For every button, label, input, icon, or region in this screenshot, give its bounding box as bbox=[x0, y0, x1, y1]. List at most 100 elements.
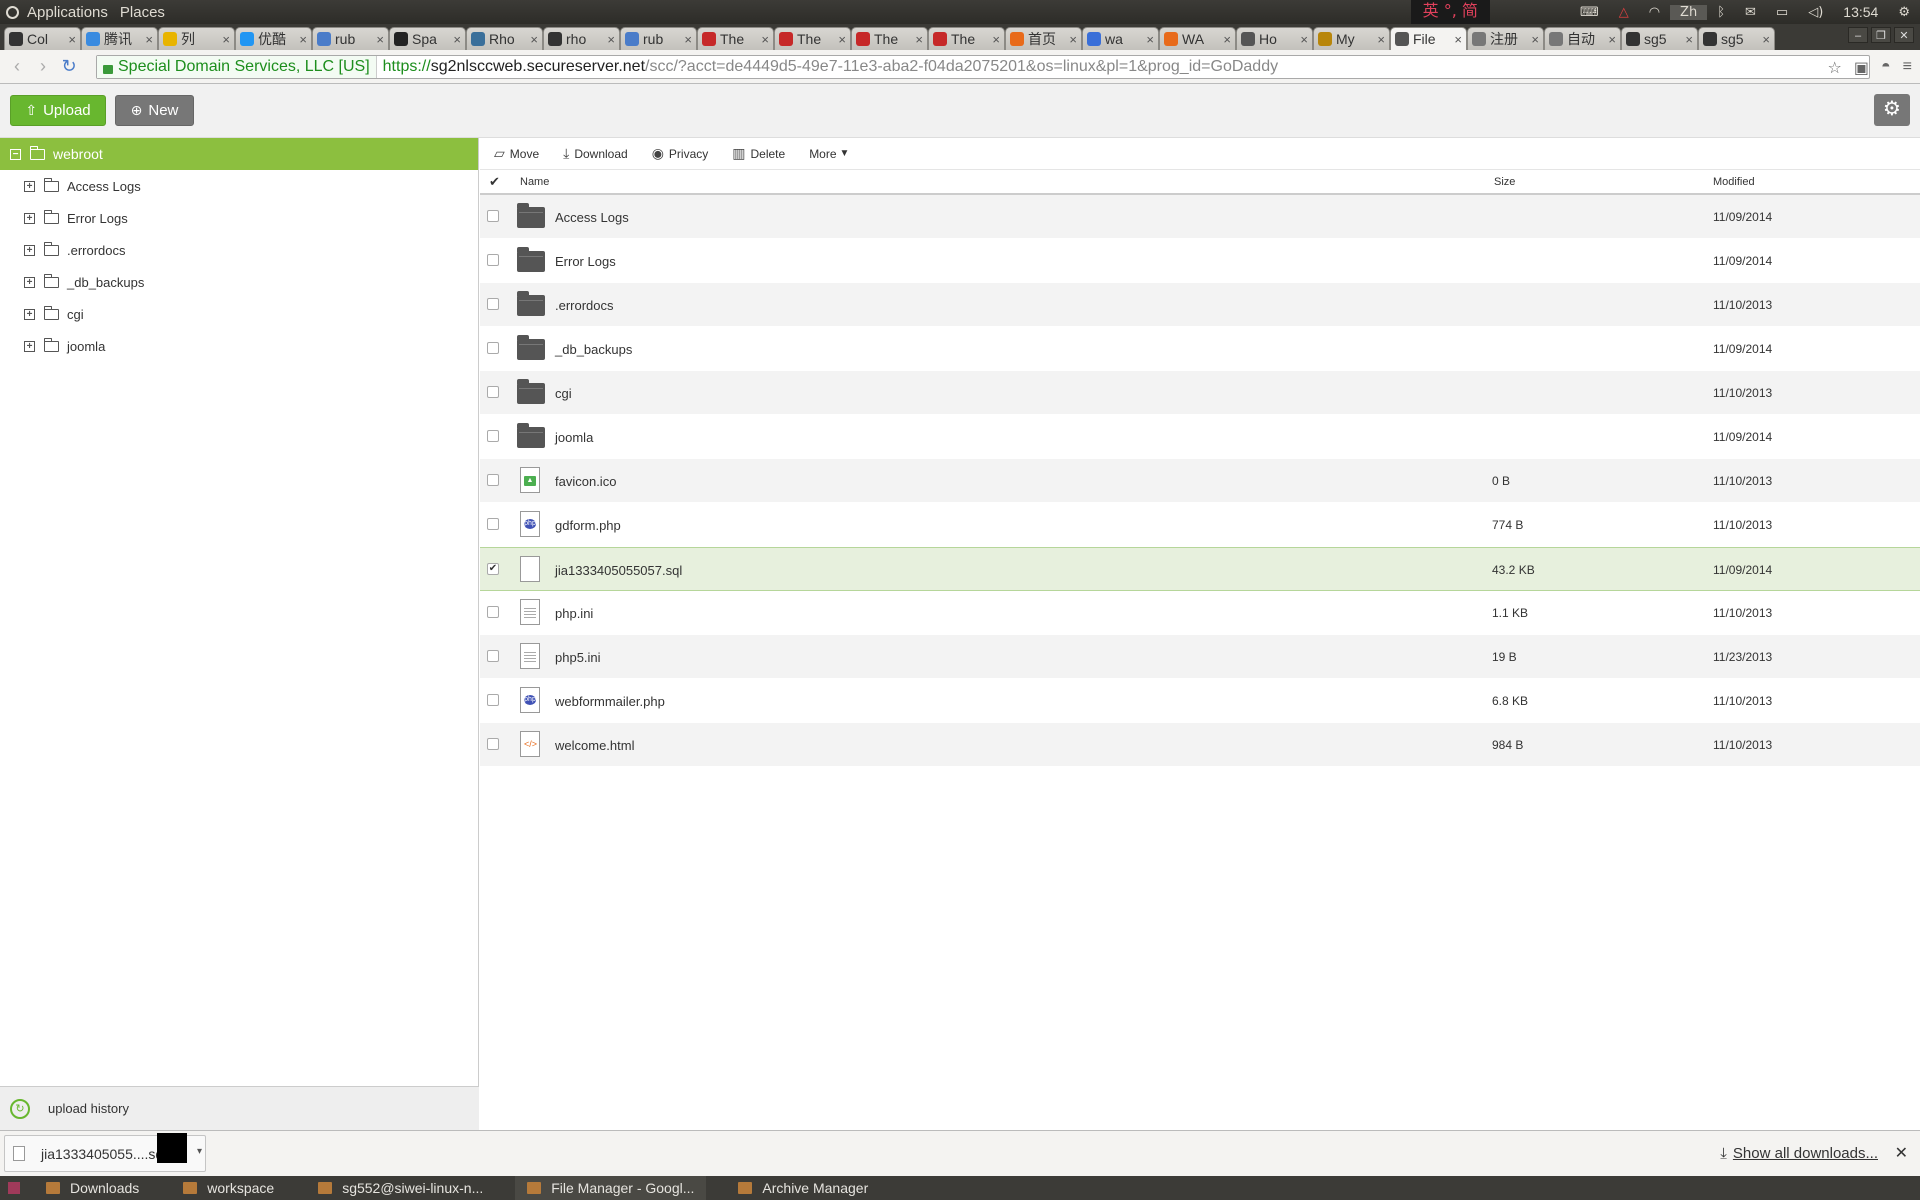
expand-icon[interactable]: + bbox=[24, 244, 35, 256]
tab-close-icon[interactable]: × bbox=[453, 32, 461, 47]
select-all-checkmark-icon[interactable]: ✔ bbox=[489, 174, 500, 190]
file-name[interactable]: favicon.ico bbox=[555, 474, 616, 489]
file-row[interactable]: joomla 11/09/2014 bbox=[480, 415, 1920, 459]
privacy-button[interactable]: ◉ Privacy bbox=[652, 145, 709, 162]
tab-close-icon[interactable]: × bbox=[530, 32, 538, 47]
file-name[interactable]: php5.ini bbox=[555, 650, 601, 665]
file-row[interactable]: php gdform.php 774 B 11/10/2013 bbox=[480, 503, 1920, 547]
file-name[interactable]: .errordocs bbox=[555, 298, 614, 313]
bluetooth-icon[interactable]: ᛒ bbox=[1707, 5, 1735, 20]
upload-button[interactable]: ⇧ Upload bbox=[10, 95, 106, 126]
tree-item[interactable]: + Error Logs bbox=[0, 202, 478, 234]
download-item[interactable]: jia1333405055....sql ▾ bbox=[4, 1133, 206, 1172]
close-icon[interactable]: ✕ bbox=[1895, 1143, 1908, 1163]
file-row[interactable]: .errordocs 11/10/2013 bbox=[480, 283, 1920, 327]
tree-root-webroot[interactable]: − webroot bbox=[0, 138, 478, 170]
tab-close-icon[interactable]: × bbox=[1454, 32, 1462, 47]
expand-icon[interactable]: + bbox=[24, 308, 35, 320]
tree-item[interactable]: + Access Logs bbox=[0, 170, 478, 202]
tab-close-icon[interactable]: × bbox=[838, 32, 846, 47]
row-checkbox[interactable] bbox=[487, 606, 499, 618]
tab-close-icon[interactable]: × bbox=[299, 32, 307, 47]
file-name[interactable]: cgi bbox=[555, 386, 572, 401]
row-checkbox[interactable] bbox=[487, 342, 499, 354]
session-gear-icon[interactable]: ⚙ bbox=[1888, 5, 1920, 20]
tree-item[interactable]: + joomla bbox=[0, 330, 478, 362]
browser-tab[interactable]: The × bbox=[928, 27, 1005, 50]
show-all-downloads-link[interactable]: ⤓ Show all downloads... bbox=[1720, 1145, 1878, 1162]
browser-tab[interactable]: WA × bbox=[1159, 27, 1236, 50]
reload-icon[interactable]: ↻ bbox=[56, 56, 82, 77]
expand-icon[interactable]: + bbox=[24, 276, 35, 288]
browser-tab[interactable]: rub × bbox=[620, 27, 697, 50]
more-dropdown[interactable]: More ▼ bbox=[809, 147, 849, 161]
tab-close-icon[interactable]: × bbox=[1069, 32, 1077, 47]
taskbar-item[interactable]: workspace bbox=[171, 1176, 286, 1200]
expand-icon[interactable]: + bbox=[24, 212, 35, 224]
file-row[interactable]: php.ini 1.1 KB 11/10/2013 bbox=[480, 591, 1920, 635]
file-name[interactable]: gdform.php bbox=[555, 518, 621, 533]
browser-tab[interactable]: Ho × bbox=[1236, 27, 1313, 50]
incognito-icon[interactable]: ◓ bbox=[1881, 58, 1891, 78]
expand-icon[interactable]: + bbox=[24, 180, 35, 192]
battery-icon[interactable]: ▭ bbox=[1766, 5, 1798, 20]
row-checkbox[interactable] bbox=[487, 650, 499, 662]
move-button[interactable]: ▱ Move bbox=[494, 145, 539, 162]
row-checkbox[interactable] bbox=[487, 518, 499, 530]
row-checkbox[interactable] bbox=[487, 694, 499, 706]
tab-close-icon[interactable]: × bbox=[1531, 32, 1539, 47]
row-checkbox[interactable] bbox=[487, 474, 499, 486]
back-icon[interactable]: ‹ bbox=[4, 56, 30, 77]
tab-close-icon[interactable]: × bbox=[761, 32, 769, 47]
browser-tab[interactable]: 优酷 × bbox=[235, 27, 312, 50]
row-checkbox[interactable] bbox=[487, 254, 499, 266]
file-name[interactable]: Error Logs bbox=[555, 254, 616, 269]
row-checkbox[interactable] bbox=[487, 210, 499, 222]
file-name[interactable]: joomla bbox=[555, 430, 593, 445]
browser-tab[interactable]: The × bbox=[851, 27, 928, 50]
file-row[interactable]: </> welcome.html 984 B 11/10/2013 bbox=[480, 723, 1920, 767]
tab-close-icon[interactable]: × bbox=[1300, 32, 1308, 47]
browser-tab[interactable]: 列 × bbox=[158, 27, 235, 50]
tree-item[interactable]: + _db_backups bbox=[0, 266, 478, 298]
browser-tab[interactable]: My × bbox=[1313, 27, 1390, 50]
tab-close-icon[interactable]: × bbox=[145, 32, 153, 47]
tab-close-icon[interactable]: × bbox=[222, 32, 230, 47]
tab-close-icon[interactable]: × bbox=[376, 32, 384, 47]
volume-icon[interactable]: ◁) bbox=[1798, 5, 1833, 20]
browser-tab[interactable]: 首页 × bbox=[1005, 27, 1082, 50]
file-name[interactable]: _db_backups bbox=[555, 342, 632, 357]
forward-icon[interactable]: › bbox=[30, 56, 56, 77]
tab-close-icon[interactable]: × bbox=[1762, 32, 1770, 47]
row-checkbox[interactable] bbox=[487, 430, 499, 442]
dropdown-arrow-icon[interactable]: ▾ bbox=[197, 1146, 202, 1157]
address-bar[interactable]: Special Domain Services, LLC [US] https:… bbox=[96, 55, 1870, 79]
wifi-icon[interactable]: ◠ bbox=[1639, 5, 1670, 20]
browser-tab[interactable]: Spa × bbox=[389, 27, 466, 50]
file-row[interactable]: cgi 11/10/2013 bbox=[480, 371, 1920, 415]
minimize-icon[interactable]: – bbox=[1848, 27, 1868, 43]
ubuntu-logo-icon[interactable] bbox=[6, 5, 19, 19]
file-row[interactable]: php webformmailer.php 6.8 KB 11/10/2013 bbox=[480, 679, 1920, 723]
clock[interactable]: 13:54 bbox=[1833, 4, 1888, 20]
row-checkbox[interactable]: ✔ bbox=[487, 563, 499, 575]
taskbar-item[interactable]: sg552@siwei-linux-n... bbox=[306, 1176, 495, 1200]
tab-close-icon[interactable]: × bbox=[1146, 32, 1154, 47]
browser-tab[interactable]: rho × bbox=[543, 27, 620, 50]
browser-tab[interactable]: 自动 × bbox=[1544, 27, 1621, 50]
warning-icon[interactable]: △ bbox=[1609, 5, 1639, 20]
file-name[interactable]: webformmailer.php bbox=[555, 694, 665, 709]
file-row[interactable]: php5.ini 19 B 11/23/2013 bbox=[480, 635, 1920, 679]
browser-tab[interactable]: The × bbox=[697, 27, 774, 50]
row-checkbox[interactable] bbox=[487, 386, 499, 398]
column-name-header[interactable]: Name bbox=[520, 176, 549, 188]
language-indicator[interactable]: Zh bbox=[1670, 4, 1708, 20]
column-modified-header[interactable]: Modified bbox=[1713, 176, 1755, 188]
tab-close-icon[interactable]: × bbox=[915, 32, 923, 47]
applications-menu[interactable]: Applications bbox=[21, 4, 114, 21]
delete-button[interactable]: ▥ Delete bbox=[732, 145, 785, 162]
row-checkbox[interactable] bbox=[487, 738, 499, 750]
tree-item[interactable]: + .errordocs bbox=[0, 234, 478, 266]
restore-icon[interactable]: ❐ bbox=[1871, 27, 1891, 43]
expand-icon[interactable]: + bbox=[24, 340, 35, 352]
